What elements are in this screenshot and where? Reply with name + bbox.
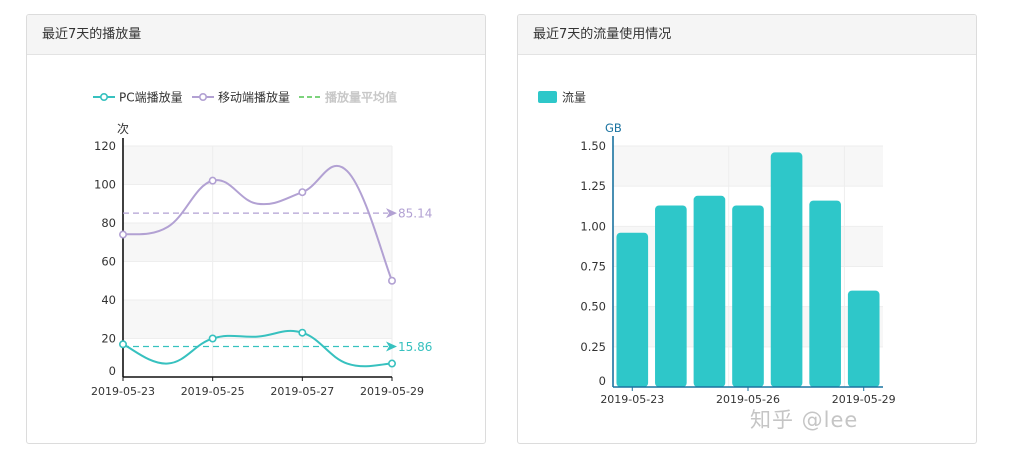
y-tick-label: 40 — [101, 293, 116, 307]
y-tick-label: 80 — [101, 216, 116, 230]
y-tick-label: 1.25 — [580, 179, 606, 193]
grid-band — [613, 146, 883, 187]
legend-average-text: 播放量平均值 — [325, 90, 397, 105]
x-tick-label: 2019-05-29 — [360, 385, 424, 398]
bar — [616, 232, 649, 387]
traffic-bar-chart: GB00.250.500.751.001.251.502019-05-23 201… — [538, 91, 896, 406]
pc-average-label: 15.86 — [398, 340, 432, 354]
x-tick-label: 2019-05-23 — [91, 385, 155, 398]
y-tick-label: 20 — [101, 332, 116, 346]
bar — [655, 205, 687, 387]
legend-mobile-marker — [199, 92, 208, 101]
traffic-chart-panel: 最近7天的流量使用情况 GB 0 0.25 0.50 0.75 1.00 1.25 1.50 2… — [517, 14, 977, 444]
y-axis-label: GB — [605, 121, 622, 135]
playback-chart-panel: 最近7天的播放量 次 0 20 40 60 80 100 120 2019-05-23 2019-… — [26, 14, 486, 444]
y-axis-label: 次 — [117, 122, 129, 136]
mobile-point — [208, 176, 217, 185]
y-tick-label: 1.00 — [580, 219, 606, 233]
pc-point — [298, 328, 307, 337]
y-tick-label: 60 — [101, 255, 116, 269]
bar — [732, 205, 764, 387]
x-tick-label: 2019-05-27 — [270, 385, 334, 398]
watermark-text: 知乎 @lee — [750, 408, 859, 432]
y-tick-label: 100 — [94, 178, 116, 192]
mobile-average-label: 85.14 — [398, 207, 432, 221]
y-tick-label: 1.50 — [580, 139, 606, 153]
legend-pc-marker — [100, 92, 109, 101]
pc-point — [387, 359, 396, 368]
bar — [770, 152, 803, 387]
mobile-point — [119, 230, 128, 239]
x-tick-label: 2019-05-23 — [600, 393, 664, 406]
y-tick-label: 0.25 — [580, 340, 606, 354]
mobile-point — [298, 188, 307, 197]
y-tick-label: 0 — [109, 364, 116, 378]
grid-band — [123, 300, 392, 339]
bar — [693, 195, 726, 387]
legend-mobile-text: 移动端播放量 — [218, 90, 290, 105]
grid-band — [123, 146, 392, 185]
mobile-point — [387, 276, 396, 285]
pc-point — [208, 334, 217, 343]
y-tick-label: 0.50 — [580, 300, 606, 314]
y-tick-label: 120 — [94, 139, 116, 153]
legend-traffic-swatch — [538, 91, 557, 103]
traffic-chart-title: 最近7天的流量使用情况 — [518, 15, 976, 55]
legend-traffic-text: 流量 — [562, 91, 586, 105]
bar — [847, 290, 880, 387]
pc-point — [119, 340, 128, 349]
x-tick-label: 2019-05-25 — [181, 385, 245, 398]
y-tick-label: 0 — [599, 374, 606, 388]
legend-pc-text: PC端播放量 — [119, 90, 183, 105]
bar — [809, 200, 841, 387]
playback-line-chart: 次 0 20 40 60 80 100 120 2019-05-23 2019-05-25 2019… — [91, 90, 432, 399]
playback-chart-title: 最近7天的播放量 — [27, 15, 485, 55]
y-tick-label: 0.75 — [580, 260, 606, 274]
